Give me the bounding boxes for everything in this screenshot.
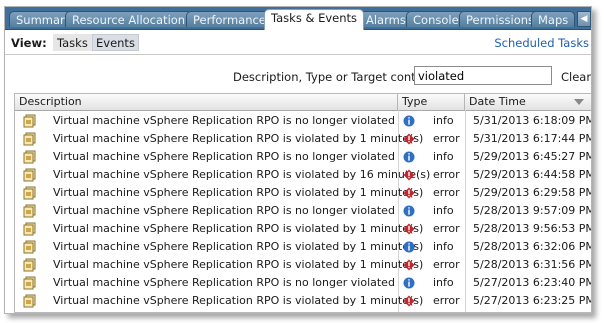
date-time-cell: 5/27/2013 6:23:40 PM: [473, 276, 591, 289]
tab-resource-allocation[interactable]: Resource Allocation: [65, 11, 193, 27]
column-header-type[interactable]: Type: [398, 94, 465, 110]
table-row[interactable]: Virtual machine vSphere Replication RPO …: [15, 148, 591, 166]
column-header-label: Description: [19, 95, 82, 108]
type-cell: error: [433, 168, 460, 181]
type-cell: error: [433, 222, 460, 235]
date-time-cell: 5/29/2013 6:45:27 PM: [473, 150, 591, 163]
description-cell: Virtual machine vSphere Replication RPO …: [53, 204, 395, 217]
type-cell: info: [433, 276, 454, 289]
table-row[interactable]: Virtual machine vSphere Replication RPO …: [15, 130, 591, 148]
sort-descending-icon: [574, 99, 584, 105]
divider: [5, 54, 591, 55]
description-cell: Virtual machine vSphere Replication RPO …: [53, 114, 395, 127]
date-time-cell: 5/28/2013 6:31:56 PM: [473, 258, 591, 271]
column-header-description[interactable]: Description: [15, 94, 398, 110]
date-time-cell: 5/28/2013 6:32:06 PM: [473, 240, 591, 253]
table-row[interactable]: Virtual machine vSphere Replication RPO …: [15, 220, 591, 238]
type-cell: error: [433, 294, 460, 307]
type-cell: error: [433, 186, 460, 199]
vm-event-icon: [23, 204, 37, 218]
type-cell: info: [433, 150, 454, 163]
table-row[interactable]: Virtual machine vSphere Replication RPO …: [15, 166, 591, 184]
view-label: View:: [11, 36, 47, 50]
error-icon: [403, 223, 415, 235]
tab-performance[interactable]: Performance: [186, 11, 273, 27]
info-icon: [403, 277, 415, 289]
chevron-left-icon[interactable]: ◀: [577, 11, 591, 27]
description-cell: Virtual machine vSphere Replication RPO …: [53, 168, 431, 181]
error-icon: [403, 187, 415, 199]
date-time-cell: 5/31/2013 6:18:09 PM: [473, 114, 591, 127]
type-cell: error: [433, 258, 460, 271]
view-tasks-button[interactable]: Tasks: [53, 34, 92, 51]
vm-event-icon: [23, 186, 37, 200]
info-icon: [403, 115, 415, 127]
tab-permissions[interactable]: Permissions: [459, 11, 542, 27]
view-bar: View: Tasks Events Scheduled Tasks: [5, 30, 591, 54]
column-header-label: Type: [402, 95, 428, 108]
table-header: Description Type Date Time: [15, 94, 591, 111]
type-cell: info: [433, 240, 454, 253]
date-time-cell: 5/28/2013 9:57:09 PM: [473, 204, 591, 217]
vm-event-icon: [23, 114, 37, 128]
error-icon: [403, 133, 415, 145]
table-row[interactable]: Virtual machine vSphere Replication RPO …: [15, 274, 591, 292]
scheduled-tasks-link[interactable]: Scheduled Tasks: [494, 36, 589, 50]
date-time-cell: 5/29/2013 6:29:58 PM: [473, 186, 591, 199]
table-row[interactable]: Virtual machine vSphere Replication RPO …: [15, 256, 591, 274]
description-cell: Virtual machine vSphere Replication RPO …: [53, 186, 424, 199]
view-events-button[interactable]: Events: [92, 34, 139, 51]
tab-console[interactable]: Console: [406, 11, 466, 27]
clear-button[interactable]: Clear: [561, 70, 591, 84]
vm-event-icon: [23, 240, 37, 254]
vm-event-icon: [23, 168, 37, 182]
type-cell: info: [433, 114, 454, 127]
description-cell: Virtual machine vSphere Replication RPO …: [53, 294, 424, 307]
tasks-events-panel: Summary Resource Allocation Performance …: [4, 6, 592, 314]
info-icon: [403, 205, 415, 217]
events-table: Description Type Date Time Virtual machi…: [14, 93, 591, 313]
vm-event-icon: [23, 276, 37, 290]
vm-event-icon: [23, 258, 37, 272]
table-row[interactable]: Virtual machine vSphere Replication RPO …: [15, 112, 591, 130]
type-cell: info: [433, 204, 454, 217]
vm-event-icon: [23, 150, 37, 164]
date-time-cell: 5/31/2013 6:17:44 PM: [473, 132, 591, 145]
info-icon: [403, 151, 415, 163]
vm-event-icon: [23, 294, 37, 308]
tab-maps[interactable]: Maps: [531, 11, 576, 27]
table-row[interactable]: Virtual machine vSphere Replication RPO …: [15, 202, 591, 220]
vm-event-icon: [23, 132, 37, 146]
vm-event-icon: [23, 222, 37, 236]
table-row[interactable]: Virtual machine vSphere Replication RPO …: [15, 292, 591, 310]
tab-strip: Summary Resource Allocation Performance …: [5, 7, 591, 30]
date-time-cell: 5/28/2013 9:56:53 PM: [473, 222, 591, 235]
column-header-date-time[interactable]: Date Time: [465, 94, 591, 110]
error-icon: [403, 259, 415, 271]
description-cell: Virtual machine vSphere Replication RPO …: [53, 240, 424, 253]
info-icon: [403, 241, 415, 253]
table-row[interactable]: Virtual machine vSphere Replication RPO …: [15, 184, 591, 202]
description-cell: Virtual machine vSphere Replication RPO …: [53, 132, 424, 145]
error-icon: [403, 295, 415, 307]
error-icon: [403, 169, 415, 181]
description-cell: Virtual machine vSphere Replication RPO …: [53, 222, 424, 235]
description-cell: Virtual machine vSphere Replication RPO …: [53, 276, 395, 289]
date-time-cell: 5/29/2013 6:44:58 PM: [473, 168, 591, 181]
table-row[interactable]: Virtual machine vSphere Replication RPO …: [15, 238, 591, 256]
tab-tasks-events[interactable]: Tasks & Events: [264, 9, 365, 30]
description-cell: Virtual machine vSphere Replication RPO …: [53, 258, 424, 271]
filter-input[interactable]: [414, 66, 552, 85]
description-cell: Virtual machine vSphere Replication RPO …: [53, 150, 395, 163]
filter-label: Description, Type or Target contains:: [233, 70, 444, 84]
type-cell: error: [433, 132, 460, 145]
column-header-label: Date Time: [469, 95, 526, 108]
date-time-cell: 5/27/2013 6:23:25 PM: [473, 294, 591, 307]
tab-alarms[interactable]: Alarms: [359, 11, 413, 27]
